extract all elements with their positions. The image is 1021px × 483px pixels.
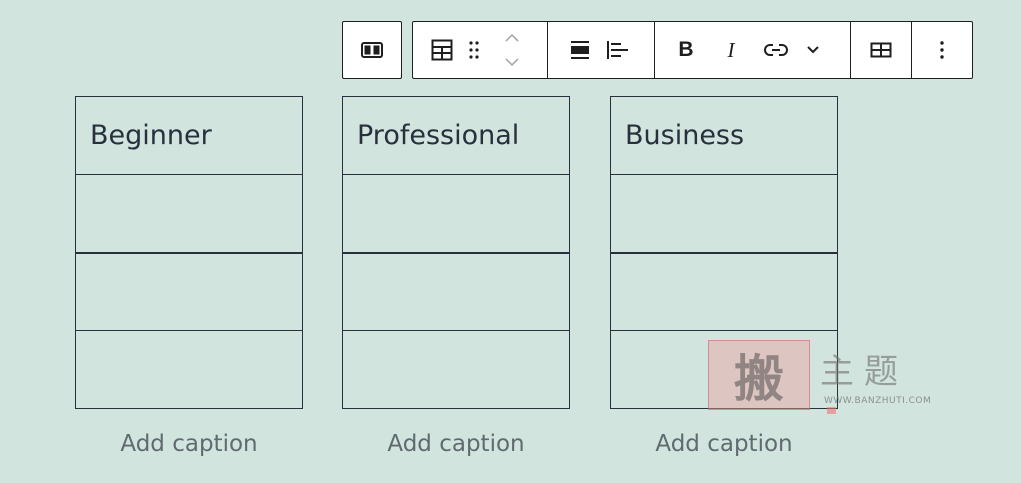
parent-block-toolbar [342,21,402,79]
block-movers [497,22,527,78]
table-caption[interactable]: Add caption [342,431,570,457]
edit-table-group [851,22,912,78]
alignment-group [548,22,655,78]
move-up-icon [505,33,519,42]
bold-button[interactable]: B [671,22,701,78]
more-rich-text-button[interactable] [791,22,835,78]
formatting-group: B I [655,22,851,78]
drag-handle-icon [469,41,479,59]
link-button[interactable] [761,22,791,78]
table-header-cell[interactable]: Business [610,96,838,175]
align-text-button[interactable] [596,22,640,78]
table-cell[interactable] [75,174,303,254]
table-cell[interactable] [610,330,838,409]
table-header-cell[interactable]: Professional [342,96,570,175]
more-options-icon [940,41,944,59]
block-switcher-group [413,22,548,78]
italic-button[interactable]: I [701,22,761,78]
drag-handle-button[interactable] [457,22,491,78]
chevron-down-icon [807,46,819,54]
table-block-business: Business Add caption [610,96,838,457]
table-cell[interactable] [75,330,303,409]
table-cell[interactable] [342,174,570,254]
align-wide-icon [571,41,589,59]
table-cell[interactable] [75,252,303,331]
edit-table-button[interactable] [861,22,901,78]
table-block-beginner: Beginner Add caption [75,96,303,457]
edit-table-icon [870,42,892,58]
table-block-button[interactable] [427,22,457,78]
watermark-url-row: WWW.BANZHUTI.COM [824,396,940,416]
watermark-url: WWW.BANZHUTI.COM [824,396,932,406]
move-down-icon [505,58,519,67]
table-cell[interactable] [610,252,838,331]
table-cell[interactable] [342,330,570,409]
more-options-button[interactable] [922,22,962,78]
pricing-table: Business [610,96,838,409]
table-caption[interactable]: Add caption [610,431,838,457]
pricing-table: Beginner [75,96,303,409]
block-toolbar: B I [412,21,973,79]
table-block-icon [431,39,453,61]
move-up-button[interactable] [504,26,520,50]
table-cell[interactable] [610,174,838,254]
table-header-cell[interactable]: Beginner [75,96,303,175]
columns-icon [361,42,383,58]
align-wide-button[interactable] [564,22,596,78]
pricing-table: Professional [342,96,570,409]
link-icon [764,44,788,56]
table-caption[interactable]: Add caption [75,431,303,457]
table-block-professional: Professional Add caption [342,96,570,457]
align-left-icon [607,41,628,59]
options-group [912,22,972,78]
table-cell[interactable] [342,252,570,331]
select-parent-columns-button[interactable] [343,22,401,78]
move-down-button[interactable] [504,50,520,74]
